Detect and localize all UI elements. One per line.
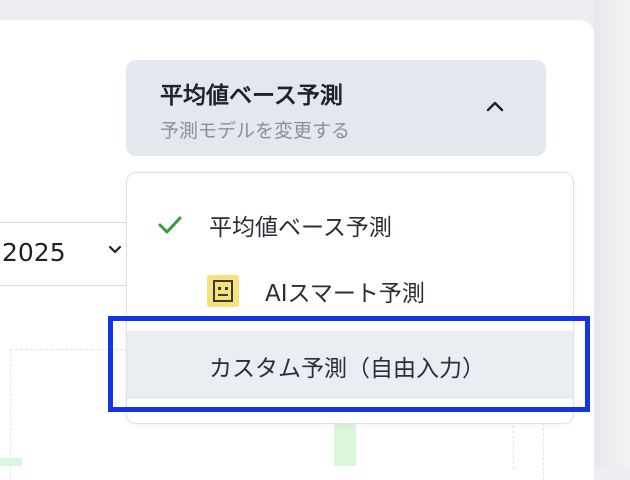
- menu-item-label: カスタム予測（自由入力）: [209, 356, 485, 382]
- model-selector-title: 平均値ベース予測: [160, 83, 343, 109]
- model-selector-button[interactable]: 平均値ベース予測 予測モデルを変更する: [126, 60, 546, 156]
- scroll-edge: [594, 0, 630, 466]
- menu-item-label: 平均値ベース予測: [209, 215, 392, 241]
- menu-item-custom[interactable]: カスタム予測（自由入力）: [127, 331, 573, 399]
- menu-item-average[interactable]: 平均値ベース予測: [127, 193, 573, 255]
- model-dropdown-menu: 平均値ベース予測 AIスマート予測 カスタム予測（自由入力）: [126, 172, 574, 424]
- menu-item-label: AIスマート予測: [265, 281, 425, 307]
- chevron-up-icon: [486, 101, 504, 112]
- model-selector-subtitle: 予測モデルを変更する: [160, 120, 351, 142]
- chart-bar: [0, 458, 22, 466]
- check-icon: [158, 216, 182, 234]
- year-select-value: 2025: [2, 238, 66, 267]
- chart-bar: [334, 420, 356, 466]
- robot-icon: [207, 275, 239, 307]
- menu-item-ai-smart[interactable]: AIスマート予測: [127, 259, 573, 321]
- chevron-down-icon: [108, 245, 122, 254]
